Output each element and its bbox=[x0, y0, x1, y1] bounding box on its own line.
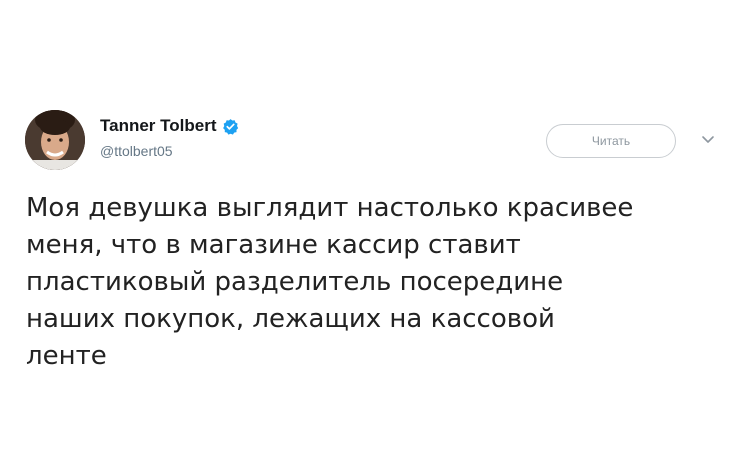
author-handle[interactable]: @ttolbert05 bbox=[100, 143, 173, 159]
author-name-row[interactable]: Tanner Tolbert bbox=[100, 116, 239, 136]
tweet-card: Tanner Tolbert @ttolbert05 Читать Моя де… bbox=[0, 0, 749, 471]
tweet-text: Моя девушка выглядит настолько красивее … bbox=[26, 193, 634, 371]
follow-button[interactable]: Читать bbox=[546, 124, 676, 158]
chevron-down-icon[interactable] bbox=[700, 131, 716, 147]
avatar[interactable] bbox=[25, 110, 85, 170]
verified-badge-icon bbox=[222, 118, 239, 135]
display-name[interactable]: Tanner Tolbert bbox=[100, 116, 217, 136]
